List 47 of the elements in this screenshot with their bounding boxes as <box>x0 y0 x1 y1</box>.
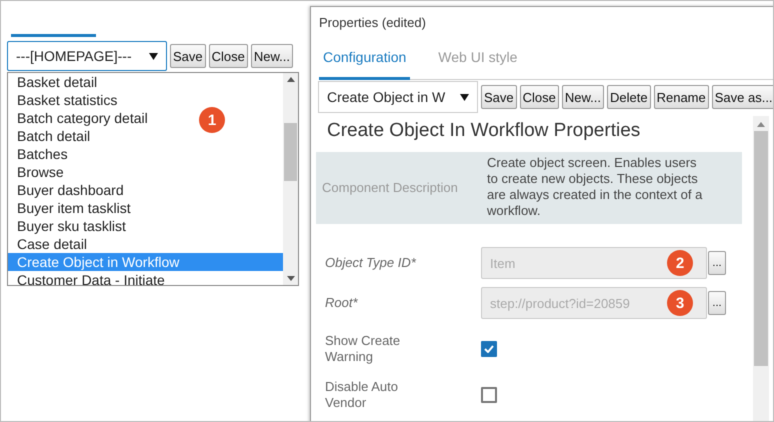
toolbar-button[interactable]: Save as... <box>712 85 773 109</box>
scroll-up-icon[interactable] <box>757 122 765 127</box>
scroll-up-icon[interactable] <box>286 77 294 82</box>
field-label: Show Create Warning <box>324 333 402 365</box>
check-icon <box>484 345 494 353</box>
list-item[interactable]: Batch category detail <box>8 109 148 127</box>
list-item[interactable]: Case detail <box>8 235 88 253</box>
page-dropdown[interactable]: ---[HOMEPAGE]--- <box>7 41 167 71</box>
description-label: Component Description <box>322 180 459 194</box>
tab[interactable]: Configuration <box>319 49 410 80</box>
field-value: Item <box>490 256 516 270</box>
scrollbar[interactable] <box>753 116 769 421</box>
field-label: Disable Auto Vendor <box>324 379 399 411</box>
list-item[interactable]: Customer Data - Initiate <box>8 271 165 285</box>
list-item[interactable]: Batches <box>8 145 68 163</box>
scroll-thumb[interactable] <box>754 131 768 366</box>
scroll-down-icon[interactable] <box>286 276 294 281</box>
toolbar-button[interactable]: Delete <box>607 85 651 109</box>
field-label: Object Type ID* <box>324 255 417 271</box>
list-item[interactable]: Basket detail <box>8 73 98 91</box>
list-item[interactable]: Buyer item tasklist <box>8 199 131 217</box>
dropdown-value: ---[HOMEPAGE]--- <box>16 48 132 64</box>
dropdown-value: Create Object in W <box>327 89 446 105</box>
list-item[interactable]: Buyer sku tasklist <box>8 217 126 235</box>
window-title: Properties (edited) <box>319 15 426 30</box>
toolbar-button[interactable]: New... <box>250 44 294 68</box>
caret-icon <box>149 52 158 60</box>
list-item[interactable]: Basket statistics <box>8 91 118 109</box>
field-label: Root* <box>324 295 359 311</box>
scrollbar[interactable] <box>283 73 298 285</box>
list-item[interactable]: Buyer dashboard <box>8 181 124 199</box>
toolbar-button[interactable]: Rename <box>654 85 709 109</box>
checkbox[interactable] <box>481 387 497 403</box>
toolbar-button[interactable]: Close <box>520 85 559 109</box>
scroll-thumb[interactable] <box>284 123 297 181</box>
toolbar-button[interactable]: New... <box>562 85 604 109</box>
caret-icon <box>460 94 469 100</box>
toolbar-button[interactable]: Save <box>170 44 206 68</box>
description-text: Create object screen. Enables users to create new objects. These objects are always created in the context of a workflow. <box>487 155 704 219</box>
list-item[interactable]: Batch detail <box>8 127 90 145</box>
list-item[interactable]: Browse <box>8 163 64 181</box>
toolbar-button[interactable]: Save <box>481 85 517 109</box>
toolbar-button[interactable]: Close <box>208 44 248 68</box>
field-value: step://product?id=20859 <box>490 296 630 310</box>
section-heading: Create Object In Workflow Properties <box>327 120 642 142</box>
checkbox[interactable] <box>481 341 497 357</box>
component-dropdown[interactable]: Create Object in W <box>318 81 478 113</box>
